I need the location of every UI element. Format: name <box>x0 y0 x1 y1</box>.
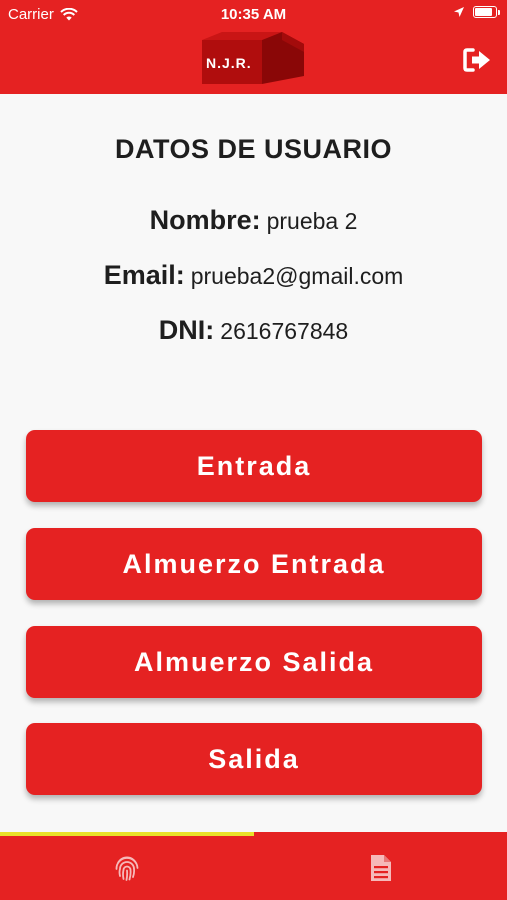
dni-row: DNI: 2616767848 <box>0 315 507 346</box>
name-value: prueba 2 <box>266 208 358 234</box>
location-arrow-icon <box>454 7 464 17</box>
email-row: Email: prueba2@gmail.com <box>0 260 507 291</box>
dni-label: DNI: <box>158 315 215 345</box>
fingerprint-icon <box>115 856 138 881</box>
document-icon <box>370 855 391 881</box>
salida-button[interactable]: Salida <box>26 723 482 795</box>
sign-out-icon[interactable] <box>462 46 492 74</box>
dni-value: 2616767848 <box>220 318 349 344</box>
email-label: Email: <box>103 260 185 290</box>
battery-level <box>475 8 493 16</box>
almuerzo-salida-button[interactable]: Almuerzo Salida <box>26 626 482 698</box>
name-label: Nombre: <box>149 205 261 235</box>
page-title: DATOS DE USUARIO <box>114 134 393 164</box>
status-bar: Carrier 10:35 AM <box>0 0 507 30</box>
email-value: prueba2@gmail.com <box>190 263 404 289</box>
name-row: Nombre: prueba 2 <box>0 205 507 236</box>
njr-logo: N.J.R. <box>202 32 304 84</box>
battery-icon <box>473 6 500 18</box>
status-right <box>453 6 500 18</box>
status-time: 10:35 AM <box>220 6 287 23</box>
logo-text: N.J.R. <box>206 55 252 71</box>
tab-documents[interactable] <box>254 836 507 900</box>
tab-fingerprint[interactable] <box>0 836 253 900</box>
entrada-button[interactable]: Entrada <box>26 430 482 502</box>
almuerzo-entrada-button[interactable]: Almuerzo Entrada <box>26 528 482 600</box>
